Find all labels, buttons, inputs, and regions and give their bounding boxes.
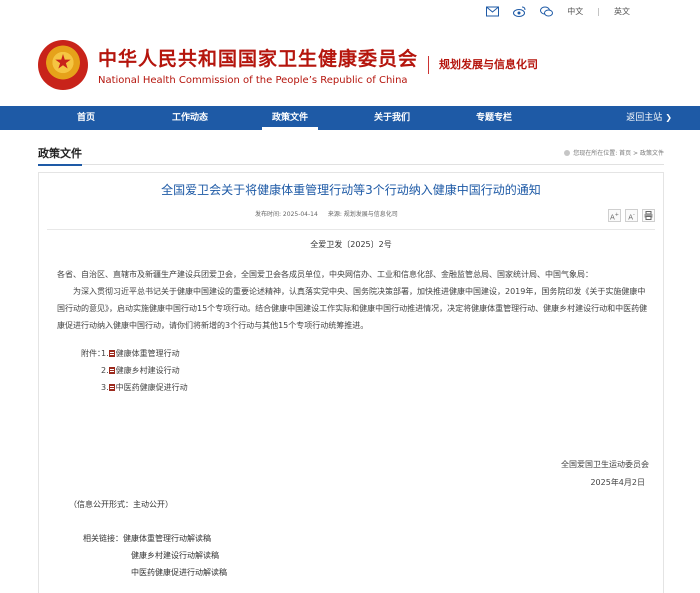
attachment-number: 1.: [101, 349, 109, 358]
attachment-item[interactable]: 2. 健康乡村建设行动: [57, 362, 649, 379]
lang-en-link[interactable]: 英文: [614, 6, 630, 17]
section-title: 政策文件: [38, 145, 82, 166]
breadcrumb-text[interactable]: 您现在所在位置: 首页 > 政策文件: [573, 148, 664, 157]
document-icon: [108, 350, 115, 357]
site-title-cn[interactable]: 中华人民共和国国家卫生健康委员会: [98, 44, 418, 71]
site-title-en: National Health Commission of the People…: [98, 75, 408, 86]
publish-date: 发布时间: 2025-04-14: [255, 211, 318, 218]
article-meta: 发布时间: 2025-04-14 来源: 规划发展与信息化司: [255, 209, 398, 218]
font-larger-icon[interactable]: A+: [608, 209, 621, 222]
attachment-item[interactable]: 附件： 1. 健康体重管理行动: [57, 345, 649, 362]
national-emblem-icon: [38, 40, 88, 90]
attachment-item[interactable]: 3. 中医药健康促进行动: [57, 379, 649, 396]
back-to-main-site-link[interactable]: 返回主站 ❯: [626, 106, 672, 130]
site-header: 中华人民共和国国家卫生健康委员会 National Health Commiss…: [38, 30, 538, 100]
font-smaller-icon[interactable]: A-: [625, 209, 638, 222]
nav-home[interactable]: 首页: [60, 106, 112, 130]
attachment-label: 附件：: [81, 349, 105, 358]
weibo-icon[interactable]: [513, 6, 526, 17]
related-link[interactable]: 中医药健康促进行动解读稿: [131, 568, 227, 577]
nav-about-us[interactable]: 关于我们: [364, 106, 420, 130]
document-icon: [108, 367, 115, 374]
disclosure-form: （信息公开形式：主动公开）: [69, 500, 173, 509]
nav-special-topics[interactable]: 专题专栏: [466, 106, 522, 130]
wechat-icon[interactable]: [540, 6, 554, 17]
section-header: 政策文件 您现在所在位置: 首页 > 政策文件: [38, 145, 664, 166]
salutation: 各省、自治区、直辖市及新疆生产建设兵团爱卫会，全国爱卫会各成员单位，中央网信办、…: [57, 270, 593, 279]
breadcrumb: 您现在所在位置: 首页 > 政策文件: [564, 148, 664, 157]
department-name: 规划发展与信息化司: [428, 56, 538, 74]
title-divider: [47, 229, 655, 230]
article-title: 全国爱卫会关于将健康体重管理行动等3个行动纳入健康中国行动的通知: [161, 183, 541, 197]
lang-cn-link[interactable]: 中文: [567, 6, 583, 17]
nav-work-news[interactable]: 工作动态: [160, 106, 220, 130]
article-source: 来源: 规划发展与信息化司: [327, 211, 398, 218]
document-icon: [108, 384, 115, 391]
attachment-number: 3.: [101, 383, 109, 392]
attachment-name[interactable]: 健康体重管理行动: [116, 345, 180, 362]
back-label: 返回主站: [626, 113, 663, 123]
mail-icon[interactable]: [486, 6, 500, 17]
article-body: 各省、自治区、直辖市及新疆生产建设兵团爱卫会，全国爱卫会各成员单位，中央网信办、…: [57, 266, 649, 396]
article-panel: 全国爱卫会关于将健康体重管理行动等3个行动纳入健康中国行动的通知 发布时间: 2…: [38, 172, 664, 593]
utility-bar: 中文 | 英文: [486, 3, 630, 19]
document-number: 全爱卫发〔2025〕2号: [310, 240, 392, 249]
attachments: 附件： 1. 健康体重管理行动 2. 健康乡村建设行动 3. 中医药健康促进行动: [57, 345, 649, 396]
arrow-right-icon: ❯: [665, 113, 672, 122]
print-icon[interactable]: [642, 209, 655, 222]
separator: |: [597, 6, 600, 16]
attachment-name[interactable]: 健康乡村建设行动: [116, 362, 180, 379]
attachment-name[interactable]: 中医药健康促进行动: [116, 379, 188, 396]
nav-policy-docs[interactable]: 政策文件: [262, 106, 318, 130]
related-label: 相关链接：: [83, 534, 123, 543]
location-pin-icon: [564, 149, 571, 156]
article-tools: A+ A-: [608, 209, 655, 222]
related-links: 相关链接：健康体重管理行动解读稿 健康乡村建设行动解读稿 中医药健康促进行动解读…: [83, 530, 227, 581]
signatory: 全国爱国卫生运动委员会: [561, 460, 649, 469]
related-link[interactable]: 健康体重管理行动解读稿: [123, 534, 211, 543]
main-paragraph: 为深入贯彻习近平总书记关于健康中国建设的重要论述精神，认真落实党中央、国务院决策…: [57, 287, 648, 330]
main-nav: 首页 工作动态 政策文件 关于我们 专题专栏 返回主站 ❯: [0, 106, 700, 130]
attachment-number: 2.: [101, 366, 109, 375]
signing-date: 2025年4月2日: [590, 478, 645, 487]
related-link[interactable]: 健康乡村建设行动解读稿: [131, 551, 219, 560]
